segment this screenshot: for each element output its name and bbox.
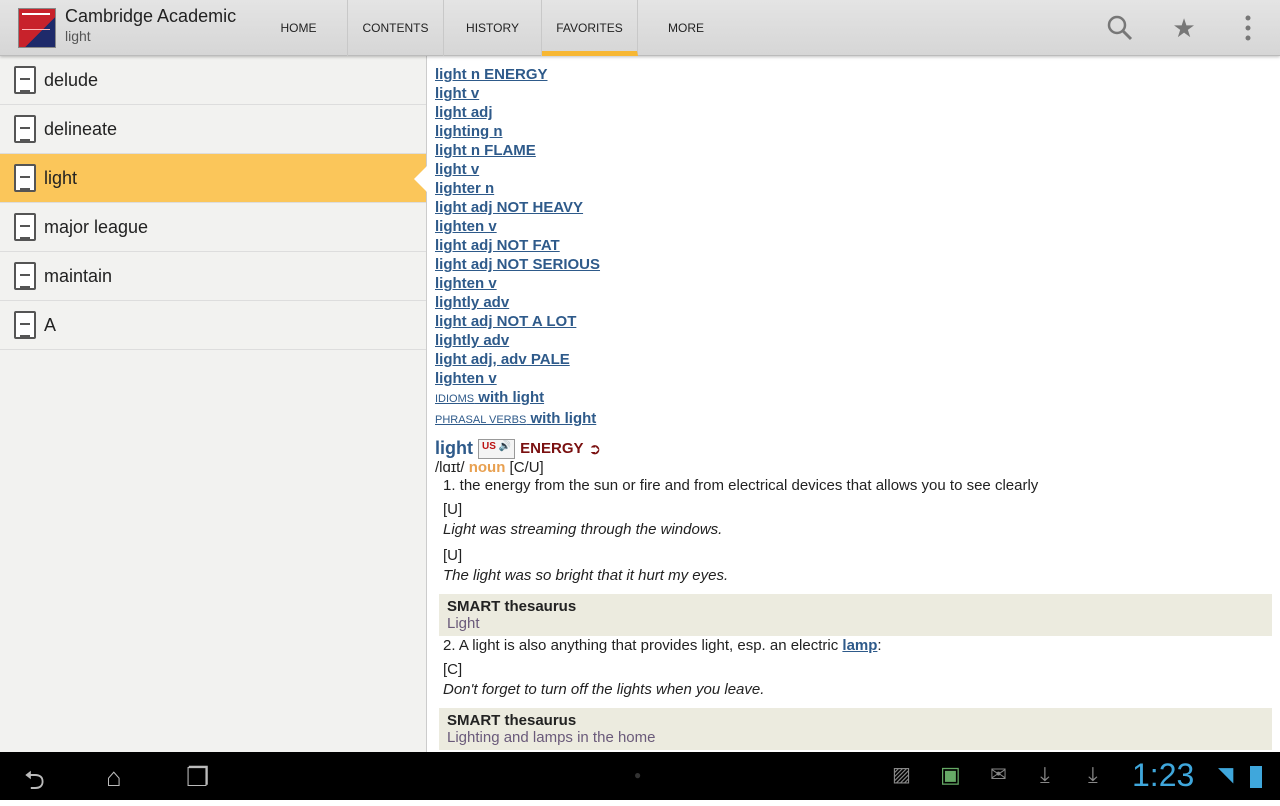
- list-item[interactable]: delineate: [0, 105, 426, 154]
- pronunciation-line: /lɑɪt/ noun [C/U]: [435, 459, 544, 476]
- entry-link[interactable]: light v: [435, 84, 1272, 103]
- phrasal-verbs-link[interactable]: phrasal verbs with light: [435, 409, 1272, 430]
- document-icon: [14, 262, 36, 290]
- example: The light was so bright that it hurt my …: [443, 567, 729, 584]
- recent-apps-icon[interactable]: ❐: [186, 762, 209, 793]
- item-label: delude: [44, 69, 99, 90]
- gallery-icon[interactable]: ▨: [892, 762, 911, 787]
- mail-icon[interactable]: ✉: [990, 762, 1007, 787]
- entry-link[interactable]: lighten v: [435, 369, 1272, 388]
- lamp-link[interactable]: lamp: [842, 637, 877, 654]
- entry-link[interactable]: light adj, adv PALE: [435, 350, 1272, 369]
- app-subtitle: light: [65, 28, 91, 44]
- grammar-label: [U]: [443, 501, 463, 518]
- overflow-menu-icon[interactable]: [1234, 14, 1262, 42]
- item-label: A: [44, 314, 57, 335]
- action-bar: Cambridge Academic light HOME CONTENTS H…: [0, 0, 1280, 56]
- sense-label: ENERGY: [520, 440, 584, 457]
- list-item-selected[interactable]: light: [0, 154, 427, 203]
- tab-more[interactable]: MORE: [638, 0, 734, 56]
- thesaurus-box[interactable]: SMART thesaurus Lighting and lamps in the…: [439, 708, 1272, 750]
- document-icon: [14, 213, 36, 241]
- back-arrow-icon[interactable]: ➲: [589, 440, 602, 458]
- battery-icon: [1250, 766, 1262, 788]
- idioms-link[interactable]: idioms with light: [435, 388, 1272, 409]
- list-item[interactable]: A: [0, 301, 426, 350]
- us-audio-button[interactable]: US 🔊: [478, 438, 516, 459]
- tab-home[interactable]: HOME: [250, 0, 348, 56]
- entry-link[interactable]: lighten v: [435, 217, 1272, 236]
- entry-link[interactable]: light v: [435, 160, 1272, 179]
- tab-favorites[interactable]: FAVORITES: [542, 0, 638, 56]
- entry-content: light n ENERGY light v light adj lighting n…: [428, 56, 1280, 752]
- download-icon[interactable]: ⤓: [1088, 762, 1098, 788]
- document-icon: [14, 311, 36, 339]
- entry-link[interactable]: lighter n: [435, 179, 1272, 198]
- search-icon[interactable]: [1106, 14, 1134, 42]
- document-icon: [14, 66, 36, 94]
- example: Light was streaming through the windows.: [443, 521, 723, 538]
- favorites-list: delude delineate light major league main…: [0, 56, 427, 752]
- list-item[interactable]: delude: [0, 56, 426, 105]
- star-icon[interactable]: ★: [1170, 14, 1198, 42]
- entry-link[interactable]: light n ENERGY: [435, 65, 1272, 84]
- entry-link[interactable]: lightly adv: [435, 331, 1272, 350]
- headword: light: [435, 438, 473, 458]
- list-item[interactable]: major league: [0, 203, 426, 252]
- grammar-label: [U]: [443, 547, 463, 564]
- entry-link[interactable]: lighting n: [435, 122, 1272, 141]
- definition-1: 1. the energy from the sun or fire and f…: [443, 477, 1039, 494]
- sync-icon[interactable]: ▣: [940, 762, 961, 788]
- example: Don't forget to turn off the lights when…: [443, 681, 765, 698]
- document-icon: [14, 164, 36, 192]
- tab-history[interactable]: HISTORY: [444, 0, 542, 56]
- entry-link[interactable]: lighten v: [435, 274, 1272, 293]
- entry-link[interactable]: light adj NOT SERIOUS: [435, 255, 1272, 274]
- clock: 1:23: [1132, 757, 1195, 793]
- document-icon: [14, 115, 36, 143]
- list-item[interactable]: maintain: [0, 252, 426, 301]
- tab-contents[interactable]: CONTENTS: [348, 0, 444, 56]
- definition-2: 2. A light is also anything that provide…: [443, 637, 882, 654]
- menu-dot-icon: ●: [634, 768, 642, 782]
- app-logo: [18, 8, 56, 48]
- grammar-label: [C]: [443, 661, 463, 678]
- entry-link[interactable]: light adj NOT A LOT: [435, 312, 1272, 331]
- item-label: maintain: [44, 265, 113, 286]
- download-icon[interactable]: ⤓: [1040, 762, 1050, 788]
- item-label: delineate: [44, 118, 118, 139]
- app-title: Cambridge Academic: [65, 6, 237, 26]
- headword-line: light US 🔊 ENERGY ➲: [435, 438, 1272, 459]
- entry-link[interactable]: light n FLAME: [435, 141, 1272, 160]
- item-label: light: [44, 167, 78, 188]
- speaker-icon: 🔊: [498, 440, 512, 452]
- related-entries: light n ENERGY light v light adj lighting n…: [435, 65, 1272, 388]
- wifi-icon: ◥: [1218, 764, 1234, 786]
- home-icon[interactable]: ⌂: [106, 762, 122, 793]
- back-icon[interactable]: ⮌: [24, 762, 45, 806]
- entry-link[interactable]: light adj: [435, 103, 1272, 122]
- entry-link[interactable]: lightly adv: [435, 293, 1272, 312]
- system-nav-bar: ⮌ ⌂ ❐ ● ▨ ▣ ✉ ⤓ ⤓ 1:23 ◥: [0, 752, 1280, 800]
- entry-link[interactable]: light adj NOT FAT: [435, 236, 1272, 255]
- entry-link[interactable]: light adj NOT HEAVY: [435, 198, 1272, 217]
- thesaurus-box[interactable]: SMART thesaurus Light: [439, 594, 1272, 636]
- item-label: major league: [44, 216, 149, 237]
